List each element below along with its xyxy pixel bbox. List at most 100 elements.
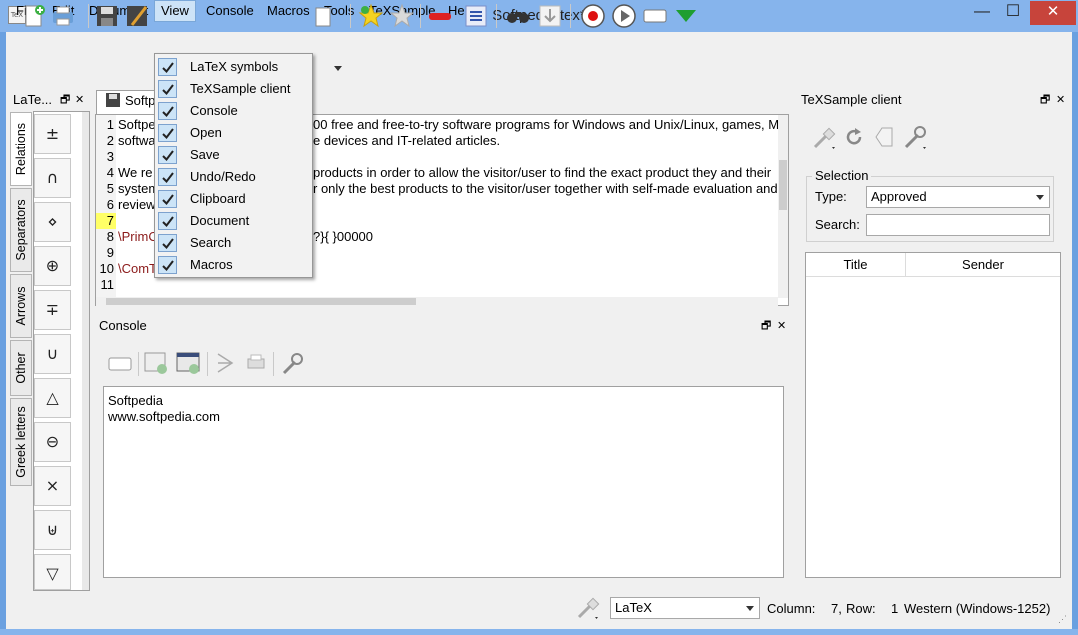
symbol-button[interactable]: ∪	[34, 334, 71, 374]
find-next-arrow-icon[interactable]	[537, 3, 563, 29]
minimize-button[interactable]: —	[967, 1, 997, 25]
column-value: 7,	[831, 601, 842, 616]
record-macro-icon[interactable]	[580, 3, 606, 29]
run-triangle-icon[interactable]	[673, 3, 699, 29]
symbol-button[interactable]: ⋄	[34, 202, 71, 242]
view-menu-dropdown: LaTeX symbols TeXSample client Console O…	[154, 53, 313, 278]
paste-dropdown-arrow-icon[interactable]	[334, 66, 342, 71]
texsample-refresh-icon[interactable]	[843, 126, 865, 151]
symbol-button[interactable]: ⊕	[34, 246, 71, 286]
panel-close-icon[interactable]: ✕	[1056, 90, 1065, 110]
menu-macros[interactable]: Macros	[261, 0, 316, 22]
tab-relations[interactable]: Relations	[10, 112, 32, 186]
editor-text: ?}{ }00000	[313, 229, 374, 244]
new-document-icon[interactable]	[21, 3, 47, 29]
chevron-down-icon	[1036, 195, 1044, 200]
column-header-sender[interactable]: Sender	[906, 253, 1060, 277]
view-menu-item-undo-redo[interactable]: Undo/Redo	[155, 166, 312, 188]
macro-console-icon[interactable]	[642, 3, 668, 29]
console-settings-wrench-icon[interactable]	[280, 352, 304, 379]
line-number: 5	[106, 181, 114, 196]
console-output-line: Softpedia	[108, 393, 163, 408]
editor-tab-label: Softp	[125, 93, 156, 108]
mode-select[interactable]: LaTeX	[610, 597, 760, 619]
symbol-button[interactable]: ∩	[34, 158, 71, 198]
editor-text: \ComT	[118, 261, 157, 276]
console-run-icon[interactable]	[176, 351, 200, 378]
texsample-connect-icon[interactable]	[812, 125, 838, 154]
checkmark-icon	[158, 124, 177, 142]
panel-close-icon[interactable]: ✕	[75, 90, 84, 110]
remove-bookmark-icon[interactable]	[427, 3, 453, 29]
search-input[interactable]	[866, 214, 1050, 236]
text-list-icon[interactable]	[463, 3, 489, 29]
close-button[interactable]: ✕	[1030, 1, 1076, 25]
editor-text: e devices and IT-related articles.	[313, 133, 501, 148]
toolbar-separator	[273, 352, 274, 376]
view-menu-item-save[interactable]: Save	[155, 144, 312, 166]
symbol-button[interactable]: ∓	[34, 290, 71, 330]
view-menu-item-latex-symbols[interactable]: LaTeX symbols	[155, 56, 312, 78]
maximize-button[interactable]: ☐	[998, 1, 1028, 25]
checkmark-icon	[158, 80, 177, 98]
view-menu-item-document[interactable]: Document	[155, 210, 312, 232]
find-binoculars-icon[interactable]	[505, 3, 531, 29]
save-icon[interactable]	[94, 3, 120, 29]
view-menu-item-open[interactable]: Open	[155, 122, 312, 144]
bookmark-star-icon[interactable]	[389, 3, 415, 29]
symbol-button[interactable]: ⊎	[34, 510, 71, 550]
panel-float-icon[interactable]: 🗗	[761, 316, 771, 336]
symbol-button[interactable]: ▽	[34, 554, 71, 590]
view-menu-item-texsample-client[interactable]: TeXSample client	[155, 78, 312, 100]
console-clear-icon[interactable]	[108, 354, 132, 377]
tab-other[interactable]: Other	[10, 340, 32, 396]
console-print-icon[interactable]	[245, 352, 267, 377]
view-menu-item-search[interactable]: Search	[155, 232, 312, 254]
checkmark-icon	[158, 168, 177, 186]
editor-horizontal-scroll-thumb[interactable]	[106, 298, 416, 305]
line-number: 1	[106, 117, 114, 132]
panel-float-icon[interactable]: 🗗	[1040, 90, 1050, 110]
panel-float-icon[interactable]: 🗗	[60, 90, 70, 110]
symbol-button[interactable]: ±	[34, 114, 71, 154]
symbol-button[interactable]: △	[34, 378, 71, 418]
menu-console[interactable]: Console	[200, 0, 260, 22]
selection-groupbox-label: Selection	[812, 168, 872, 184]
menu-view[interactable]: View	[154, 0, 196, 22]
texsample-panel-title: TeXSample client	[801, 92, 902, 107]
texsample-settings-wrench-icon[interactable]	[903, 125, 929, 154]
panel-close-icon[interactable]: ✕	[777, 316, 786, 336]
editor-vertical-scroll-thumb[interactable]	[779, 160, 787, 210]
console-compile-icon[interactable]	[144, 351, 168, 378]
resize-grip-icon[interactable]: ⋰	[1058, 614, 1067, 625]
type-select[interactable]: Approved	[866, 186, 1050, 208]
checkmark-icon	[158, 190, 177, 208]
view-menu-item-console[interactable]: Console	[155, 100, 312, 122]
encoding-label[interactable]: Western (Windows-1252)	[904, 600, 1050, 618]
line-number: 4	[106, 165, 114, 180]
tab-greek-letters[interactable]: Greek letters	[10, 398, 32, 486]
checkmark-icon	[158, 212, 177, 230]
symbol-button[interactable]: ×	[34, 466, 71, 506]
tab-separators[interactable]: Separators	[10, 188, 32, 272]
line-number: 3	[106, 149, 114, 164]
save-all-icon[interactable]	[124, 3, 150, 29]
play-macro-icon[interactable]	[611, 3, 637, 29]
view-menu-item-macros[interactable]: Macros	[155, 254, 312, 276]
console-view-pdf-icon[interactable]	[214, 352, 236, 377]
texsample-document-icon[interactable]	[872, 125, 896, 152]
view-menu-item-clipboard[interactable]: Clipboard	[155, 188, 312, 210]
line-number: 9	[106, 245, 114, 260]
paste-icon[interactable]	[312, 3, 338, 29]
search-label: Search:	[815, 217, 860, 232]
symbol-button[interactable]: ⊖	[34, 422, 71, 462]
print-icon[interactable]	[50, 3, 76, 29]
samples-table[interactable]	[805, 252, 1061, 578]
add-bookmark-star-icon[interactable]	[358, 3, 384, 29]
status-connection-icon[interactable]	[576, 597, 602, 624]
symbol-grid-scrollbar[interactable]	[82, 112, 89, 590]
line-number: 2	[106, 133, 114, 148]
column-header-title[interactable]: Title	[806, 253, 906, 277]
tab-arrows[interactable]: Arrows	[10, 274, 32, 338]
editor-text: \PrimC	[118, 229, 158, 244]
